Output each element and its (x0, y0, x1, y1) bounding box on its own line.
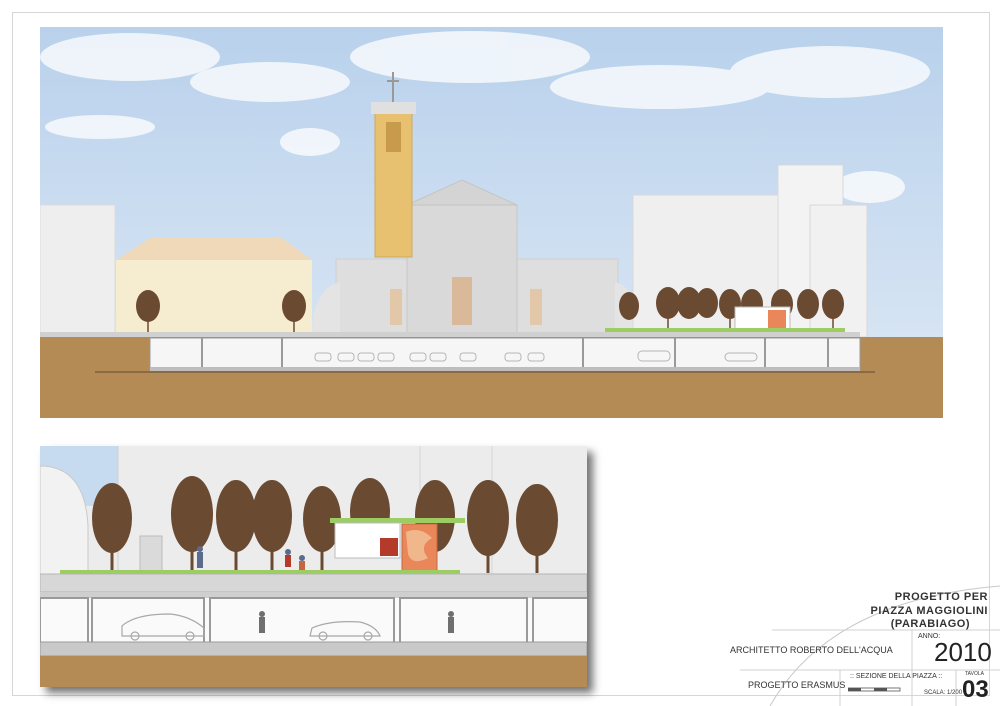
detail-section-drawing (40, 446, 587, 687)
project-title-line1: PROGETTO PER (894, 591, 988, 603)
church-door (452, 277, 472, 325)
title-block: PROGETTO PER PIAZZA MAGGIOLINI (PARABIAG… (700, 580, 1000, 706)
scale-label: SCALA: 1/200 (924, 690, 963, 696)
detail-slab (40, 641, 587, 657)
project-title-line3: (PARABIAGO) (890, 618, 970, 630)
program-name: PROGETTO ERASMUS (748, 680, 846, 690)
main-section-svg (40, 27, 943, 418)
detail-ground (40, 656, 587, 687)
project-title-line2: PIAZZA MAGGIOLINI (870, 605, 988, 617)
main-section-drawing (40, 27, 943, 418)
sheet-number: 03 (962, 676, 989, 703)
detail-deck (40, 573, 587, 593)
drawing-title: :: SEZIONE DELLA PIAZZA :: (850, 673, 943, 680)
architect-name: ARCHITETTO ROBERTO DELL'ACQUA (730, 645, 893, 655)
detail-lawn (60, 570, 460, 574)
left-building (40, 204, 116, 338)
scale-bar (848, 687, 901, 692)
year-value: 2010 (934, 637, 992, 667)
lawn (605, 328, 845, 332)
detail-section-svg (40, 446, 587, 687)
